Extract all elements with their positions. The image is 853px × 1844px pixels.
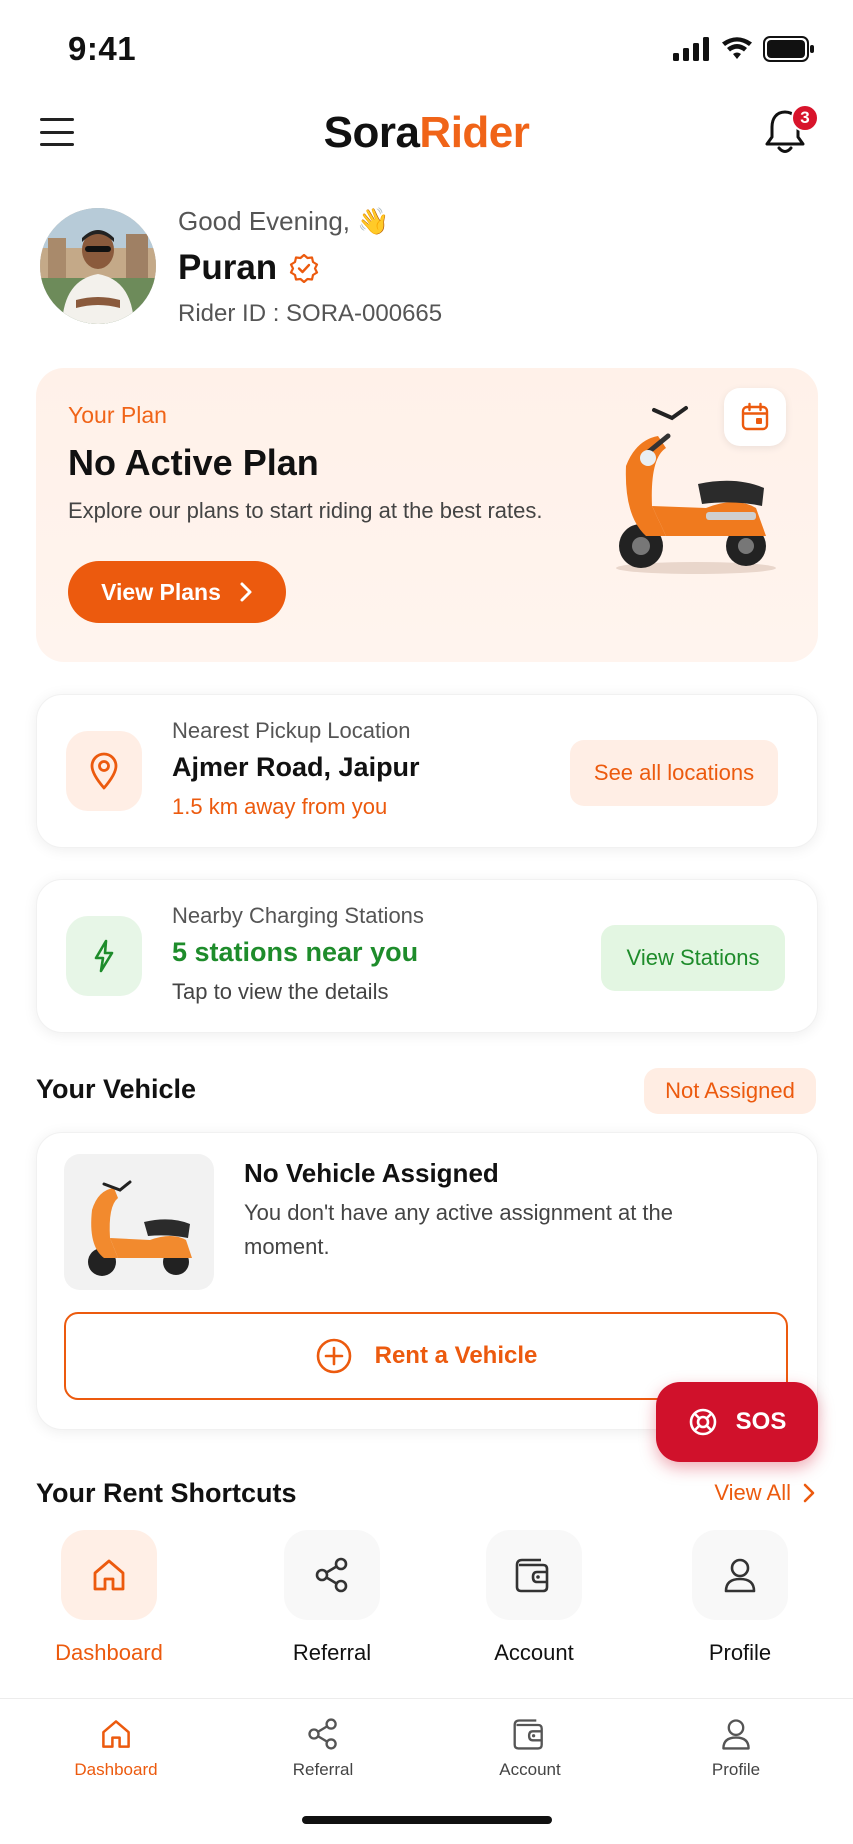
plan-label: Your Plan <box>68 402 167 428</box>
lightning-icon <box>94 939 114 973</box>
nav-profile[interactable]: Profile <box>666 1716 806 1780</box>
share-icon <box>315 1557 348 1593</box>
shortcuts-section-title: Your Rent Shortcuts <box>36 1478 297 1508</box>
nav-label: Profile <box>711 1760 761 1779</box>
user-icon <box>722 1719 750 1750</box>
share-icon <box>308 1718 337 1750</box>
brand-logo: SoraRider <box>323 108 530 157</box>
charging-icon-box <box>66 916 142 996</box>
notifications-button[interactable]: 3 <box>763 104 819 160</box>
view-plans-label: View Plans <box>101 578 221 605</box>
shortcut-referral[interactable]: Referral <box>247 1530 417 1666</box>
nav-account[interactable]: Account <box>460 1716 600 1780</box>
charging-subtitle: Nearby Charging Stations <box>172 903 424 928</box>
lifebuoy-icon <box>689 1408 716 1436</box>
vehicle-title: No Vehicle Assigned <box>244 1158 499 1188</box>
rider-id: Rider ID : SORA-000665 <box>178 300 443 327</box>
shortcut-label: Dashboard <box>55 1640 163 1665</box>
pickup-distance: 1.5 km away from you <box>172 794 388 819</box>
plus-circle-icon <box>316 1338 351 1374</box>
shortcut-label: Referral <box>292 1640 372 1665</box>
chevron-right-icon <box>240 582 252 602</box>
pickup-subtitle: Nearest Pickup Location <box>172 718 411 743</box>
sos-button[interactable]: SOS <box>656 1382 818 1462</box>
calendar-icon <box>741 402 769 431</box>
nav-referral[interactable]: Referral <box>253 1716 393 1780</box>
greeting-text: Good Evening, 👋 <box>178 206 390 236</box>
view-plans-button[interactable]: View Plans <box>68 561 286 623</box>
view-stations-button[interactable]: View Stations <box>601 925 785 991</box>
shortcut-account[interactable]: Account <box>449 1530 619 1666</box>
user-icon <box>724 1558 756 1593</box>
vehicle-thumbnail <box>64 1154 214 1290</box>
verified-icon <box>290 253 319 283</box>
charging-hint: Tap to view the details <box>172 979 389 1004</box>
wifi-icon <box>722 37 752 59</box>
location-pin-icon <box>90 752 118 790</box>
wave-emoji: 👋 <box>357 206 390 236</box>
home-indicator <box>302 1816 552 1824</box>
rent-vehicle-label: Rent a Vehicle <box>374 1342 538 1369</box>
battery-icon <box>763 36 814 62</box>
plan-title: No Active Plan <box>68 442 319 483</box>
shortcut-profile[interactable]: Profile <box>655 1530 825 1666</box>
view-all-label: View All <box>714 1480 791 1505</box>
charging-count: 5 stations near you <box>172 937 419 967</box>
nav-dashboard[interactable]: Dashboard <box>46 1716 186 1780</box>
chevron-right-icon <box>803 1483 815 1503</box>
sos-label: SOS <box>735 1408 787 1435</box>
vehicle-description: You don't have any active assignment at … <box>244 1200 674 1259</box>
pickup-location: Ajmer Road, Jaipur <box>172 752 420 782</box>
shortcut-label: Account <box>494 1640 574 1665</box>
home-icon <box>93 1559 125 1591</box>
see-all-locations-button[interactable]: See all locations <box>570 740 778 806</box>
location-icon-box <box>66 731 142 811</box>
view-all-link[interactable]: View All <box>714 1480 815 1506</box>
nav-label: Dashboard <box>74 1760 158 1779</box>
user-name: Puran <box>178 248 319 288</box>
status-icons <box>673 36 815 62</box>
nav-label: Account <box>499 1760 561 1779</box>
wallet-icon <box>515 1558 549 1593</box>
avatar[interactable] <box>40 208 156 324</box>
status-time: 9:41 <box>68 30 137 67</box>
plan-description: Explore our plans to start riding at the… <box>68 498 543 523</box>
wallet-icon <box>513 1719 543 1750</box>
calendar-button[interactable] <box>724 388 786 446</box>
shortcut-dashboard[interactable]: Dashboard <box>24 1530 194 1666</box>
notification-badge: 3 <box>791 104 819 132</box>
home-icon <box>102 1720 130 1748</box>
vehicle-section-title: Your Vehicle <box>36 1074 197 1104</box>
shortcut-label: Profile <box>708 1640 772 1665</box>
nav-label: Referral <box>292 1760 354 1779</box>
signal-icon <box>673 37 709 61</box>
vehicle-status-badge: Not Assigned <box>644 1068 816 1114</box>
